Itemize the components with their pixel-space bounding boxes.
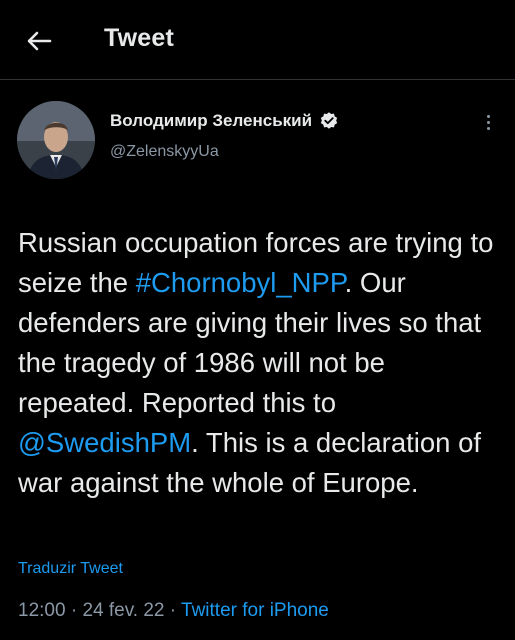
verified-badge-icon xyxy=(320,112,338,129)
mention-link[interactable]: @SwedishPM xyxy=(18,427,191,458)
translate-link[interactable]: Traduzir Tweet xyxy=(18,560,123,578)
tweet-text: Russian occupation forces are trying to … xyxy=(18,183,498,503)
top-bar: Tweet xyxy=(0,0,515,80)
tweet-time[interactable]: 12:00 xyxy=(18,600,66,621)
author-handle[interactable]: @ZelenskyyUa xyxy=(110,143,219,161)
separator: · xyxy=(164,600,182,621)
page-title: Tweet xyxy=(104,24,174,52)
avatar-image xyxy=(17,101,95,179)
author-row: Володимир Зеленський xyxy=(110,111,339,131)
separator: · xyxy=(65,600,83,621)
arrow-left-icon xyxy=(27,31,52,51)
avatar[interactable] xyxy=(17,101,95,179)
tweet-date[interactable]: 24 fev. 22 xyxy=(82,600,164,621)
more-vertical-icon xyxy=(486,114,490,118)
tweet-source[interactable]: Twitter for iPhone xyxy=(181,600,329,621)
tweet-meta: 12:00 · 24 fev. 22 · Twitter for iPhone xyxy=(18,600,329,622)
hashtag-link[interactable]: #Chornobyl_NPP xyxy=(136,267,345,298)
back-button[interactable] xyxy=(22,26,56,56)
author-name[interactable]: Володимир Зеленський xyxy=(110,111,312,131)
more-button[interactable] xyxy=(479,110,497,134)
